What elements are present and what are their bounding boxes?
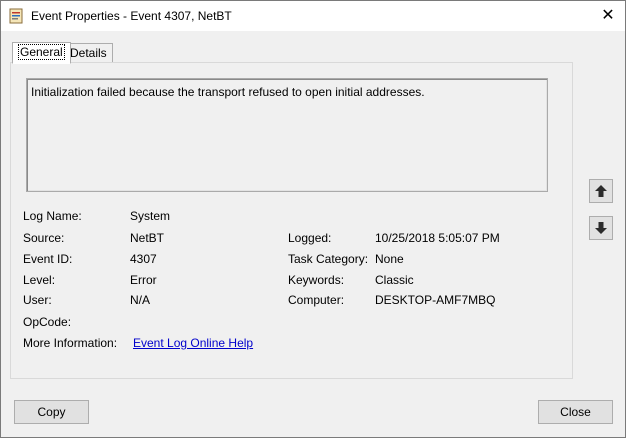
arrow-up-icon xyxy=(595,185,607,197)
close-button-label: Close xyxy=(560,405,591,419)
level-label: Level: xyxy=(23,273,56,287)
log-name-value: System xyxy=(130,209,171,223)
event-properties-window: Event Properties - Event 4307, NetBT ✕ G… xyxy=(0,0,626,438)
tab-details[interactable]: Details xyxy=(64,43,113,62)
source-value: NetBT xyxy=(130,231,165,245)
event-description-box[interactable]: Initialization failed because the transp… xyxy=(26,78,548,192)
event-id-label: Event ID: xyxy=(23,252,73,266)
close-window-button[interactable]: ✕ xyxy=(591,1,625,31)
event-viewer-icon xyxy=(9,8,23,24)
close-icon: ✕ xyxy=(601,7,615,24)
computer-label: Computer: xyxy=(288,293,345,307)
keywords-label: Keywords: xyxy=(288,273,345,287)
copy-button[interactable]: Copy xyxy=(14,400,89,424)
source-label: Source: xyxy=(23,231,65,245)
level-value: Error xyxy=(130,273,157,287)
opcode-label: OpCode: xyxy=(23,315,72,329)
copy-button-label: Copy xyxy=(37,405,66,419)
event-description: Initialization failed because the transp… xyxy=(31,85,425,99)
user-label: User: xyxy=(23,293,52,307)
more-information-label: More Information: xyxy=(23,336,118,350)
general-panel: Initialization failed because the transp… xyxy=(10,62,573,379)
close-button[interactable]: Close xyxy=(538,400,613,424)
next-event-button[interactable] xyxy=(589,216,613,240)
event-log-online-help-link[interactable]: Event Log Online Help xyxy=(133,336,253,350)
title-bar[interactable]: Event Properties - Event 4307, NetBT ✕ xyxy=(1,1,625,31)
tab-general-label: General xyxy=(18,44,65,60)
task-category-label: Task Category: xyxy=(288,252,369,266)
previous-event-button[interactable] xyxy=(589,179,613,203)
log-name-label: Log Name: xyxy=(23,209,82,223)
window-title: Event Properties - Event 4307, NetBT xyxy=(31,9,232,23)
task-category-value: None xyxy=(375,252,404,266)
tab-general[interactable]: General xyxy=(12,42,71,64)
logged-label: Logged: xyxy=(288,231,332,245)
logged-value: 10/25/2018 5:05:07 PM xyxy=(375,231,500,245)
user-value: N/A xyxy=(130,293,151,307)
keywords-value: Classic xyxy=(375,273,414,287)
computer-value: DESKTOP-AMF7MBQ xyxy=(375,293,496,307)
event-id-value: 4307 xyxy=(130,252,157,266)
arrow-down-icon xyxy=(595,222,607,234)
tab-details-label: Details xyxy=(70,46,107,60)
